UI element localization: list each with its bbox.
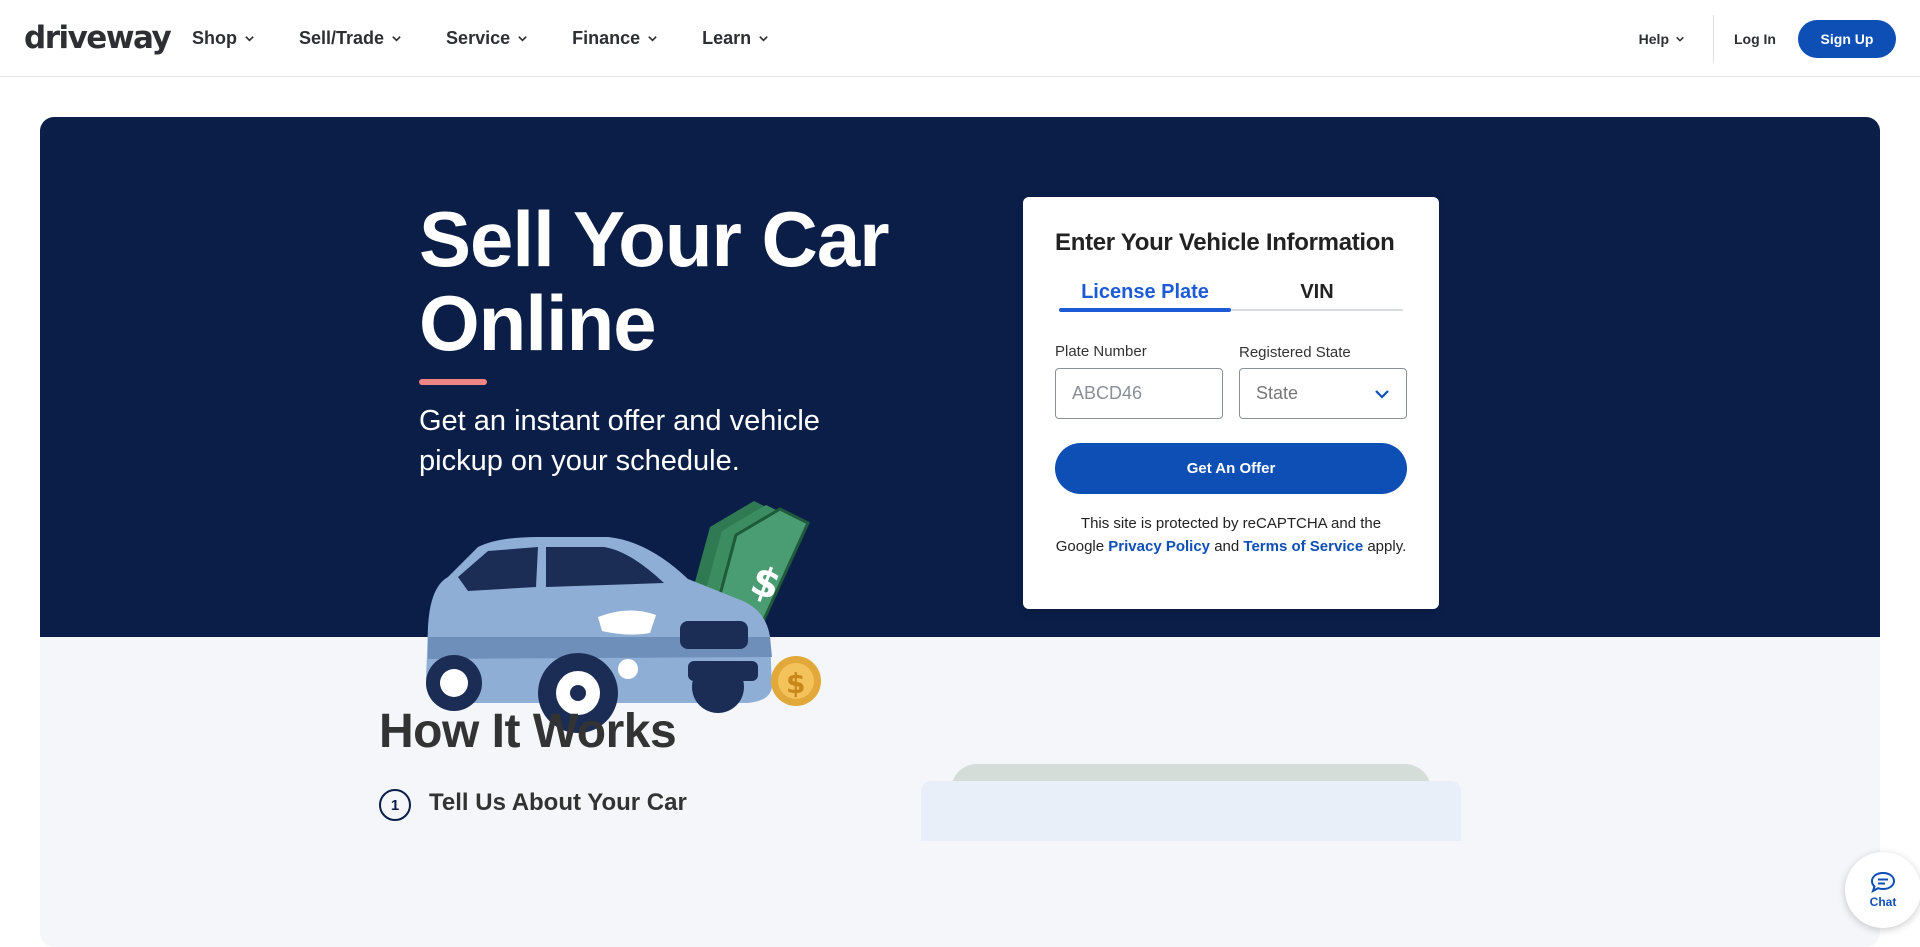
signup-button[interactable]: Sign Up xyxy=(1798,19,1896,58)
chat-button[interactable]: Chat xyxy=(1845,852,1920,928)
main-nav: Shop Sell/Trade Service Finance Learn xyxy=(192,0,813,77)
hero-title: Sell Your Car Online xyxy=(419,195,890,367)
help-label: Help xyxy=(1638,30,1669,47)
svg-text:$: $ xyxy=(786,667,805,700)
legal-and: and xyxy=(1214,538,1240,555)
nav-finance[interactable]: Finance xyxy=(572,28,658,49)
chevron-down-icon xyxy=(518,36,527,42)
registered-state-label: Registered State xyxy=(1239,344,1351,361)
step-number-badge: 1 xyxy=(379,789,411,821)
nav-label: Learn xyxy=(702,28,752,48)
driveway-logo[interactable]: driveway xyxy=(24,20,172,56)
chevron-down-icon xyxy=(392,36,401,42)
chevron-down-icon xyxy=(1676,36,1684,42)
hero-subtitle: Get an instant offer and vehicle pickup … xyxy=(419,405,820,477)
step-title: Tell Us About Your Car xyxy=(429,789,687,816)
get-offer-button[interactable]: Get An Offer xyxy=(1055,443,1407,494)
legal-suffix: apply. xyxy=(1367,538,1407,555)
state-select[interactable]: State xyxy=(1239,368,1407,419)
help-menu[interactable]: Help xyxy=(1639,31,1685,47)
plate-number-label: Plate Number xyxy=(1055,343,1147,360)
nav-shop[interactable]: Shop xyxy=(192,28,255,49)
nav-label: Sell/Trade xyxy=(299,28,385,48)
nav-divider xyxy=(1713,14,1714,63)
chat-bubble-icon xyxy=(1870,871,1896,893)
how-it-works-title: How It Works xyxy=(379,705,677,758)
vehicle-info-card: Enter Your Vehicle Information License P… xyxy=(1023,197,1439,609)
chevron-down-icon xyxy=(759,36,768,42)
hero-section xyxy=(40,117,1880,637)
step-preview-image xyxy=(921,781,1461,841)
card-title: Enter Your Vehicle Information xyxy=(1055,229,1395,256)
logo-text: driveway xyxy=(24,20,172,56)
chevron-down-icon xyxy=(1375,389,1389,399)
chevron-down-icon xyxy=(648,36,657,42)
input-type-tabs: License Plate VIN xyxy=(1059,281,1403,312)
chat-label: Chat xyxy=(1869,895,1897,909)
coin-icon: $ xyxy=(771,656,821,706)
accent-bar xyxy=(419,379,487,385)
site-header: driveway Shop Sell/Trade Service Finance… xyxy=(0,0,1920,77)
tab-vin[interactable]: VIN xyxy=(1231,281,1403,304)
terms-of-service-link[interactable]: Terms of Service xyxy=(1243,538,1363,555)
tab-license-plate[interactable]: License Plate xyxy=(1059,281,1231,304)
nav-sell-trade[interactable]: Sell/Trade xyxy=(299,28,402,49)
nav-service[interactable]: Service xyxy=(446,28,528,49)
chevron-down-icon xyxy=(245,36,254,42)
account-nav: Help Log In Sign Up xyxy=(1639,0,1896,77)
active-tab-indicator xyxy=(1059,308,1231,312)
login-link[interactable]: Log In xyxy=(1734,31,1776,47)
plate-number-input[interactable] xyxy=(1055,368,1223,419)
state-select-value: State xyxy=(1256,383,1299,403)
nav-learn[interactable]: Learn xyxy=(702,28,769,49)
privacy-policy-link[interactable]: Privacy Policy xyxy=(1108,538,1210,555)
nav-label: Shop xyxy=(192,28,237,48)
recaptcha-notice: This site is protected by reCAPTCHA and … xyxy=(1055,512,1407,558)
nav-label: Finance xyxy=(572,28,641,48)
nav-label: Service xyxy=(446,28,511,48)
